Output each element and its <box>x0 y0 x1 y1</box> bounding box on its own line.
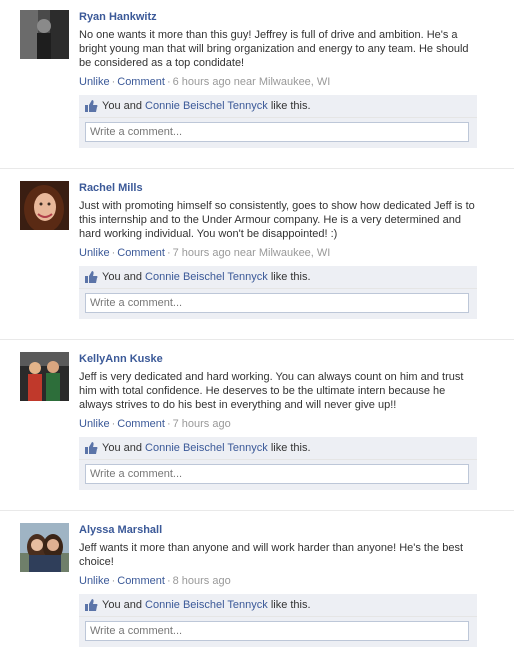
post-meta: Unlike · Comment · 7 hours ago near Milwauke… <box>79 247 331 259</box>
comment-input[interactable] <box>85 621 469 641</box>
thumbs-up-icon <box>85 599 98 611</box>
author-name[interactable]: Ryan Hankwitz <box>79 10 479 24</box>
comment-box <box>79 117 477 148</box>
post-text: Just with promoting himself so consisten… <box>79 200 475 240</box>
post: Alyssa Marshall Jeff wants it more than … <box>0 513 514 650</box>
likes-suffix: like this. <box>270 599 311 611</box>
timestamp: 7 hours ago near Milwaukee, WI <box>172 247 331 259</box>
post-meta: Unlike · Comment · 8 hours ago <box>79 575 231 587</box>
post: Ryan Hankwitz No one wants it more than … <box>0 0 514 169</box>
unlike-link[interactable]: Unlike <box>79 76 110 88</box>
comment-link[interactable]: Comment <box>117 247 165 259</box>
unlike-link[interactable]: Unlike <box>79 247 110 259</box>
comment-link[interactable]: Comment <box>117 418 165 430</box>
post-text: Jeff wants it more than anyone and will … <box>79 542 464 568</box>
timestamp: 6 hours ago near Milwaukee, WI <box>172 76 331 88</box>
avatar[interactable] <box>20 10 69 59</box>
likes-prefix: You and <box>102 442 142 454</box>
likes-suffix: like this. <box>270 271 311 283</box>
post-meta: Unlike · Comment · 6 hours ago near Milwauke… <box>79 76 331 88</box>
author-name[interactable]: KellyAnn Kuske <box>79 352 479 366</box>
likes-bar: You and Connie Beischel Tennyck like thi… <box>79 266 477 288</box>
comment-box <box>79 288 477 319</box>
post: Rachel Mills Just with promoting himself… <box>0 171 514 340</box>
liker-link[interactable]: Connie Beischel Tennyck <box>145 442 268 454</box>
liker-link[interactable]: Connie Beischel Tennyck <box>145 271 268 283</box>
comment-link[interactable]: Comment <box>117 575 165 587</box>
liker-link[interactable]: Connie Beischel Tennyck <box>145 599 268 611</box>
thumbs-up-icon <box>85 271 98 283</box>
likes-prefix: You and <box>102 599 142 611</box>
unlike-link[interactable]: Unlike <box>79 575 110 587</box>
comment-link[interactable]: Comment <box>117 76 165 88</box>
comment-input[interactable] <box>85 122 469 142</box>
avatar[interactable] <box>20 352 69 401</box>
likes-bar: You and Connie Beischel Tennyck like thi… <box>79 437 477 459</box>
post-text: No one wants it more than this guy! Jeff… <box>79 29 469 69</box>
likes-bar: You and Connie Beischel Tennyck like thi… <box>79 95 477 117</box>
comment-box <box>79 616 477 647</box>
comment-box <box>79 459 477 490</box>
author-name[interactable]: Rachel Mills <box>79 181 479 195</box>
timestamp: 7 hours ago <box>172 418 231 430</box>
author-name[interactable]: Alyssa Marshall <box>79 523 479 537</box>
post-meta: Unlike · Comment · 7 hours ago <box>79 418 231 430</box>
post: KellyAnn Kuske Jeff is very dedicated an… <box>0 342 514 511</box>
likes-prefix: You and <box>102 100 142 112</box>
avatar[interactable] <box>20 181 69 230</box>
comment-input[interactable] <box>85 464 469 484</box>
thumbs-up-icon <box>85 442 98 454</box>
liker-link[interactable]: Connie Beischel Tennyck <box>145 100 268 112</box>
likes-suffix: like this. <box>270 442 311 454</box>
timestamp: 8 hours ago <box>172 575 231 587</box>
unlike-link[interactable]: Unlike <box>79 418 110 430</box>
likes-suffix: like this. <box>270 100 311 112</box>
comment-input[interactable] <box>85 293 469 313</box>
thumbs-up-icon <box>85 100 98 112</box>
likes-bar: You and Connie Beischel Tennyck like thi… <box>79 594 477 616</box>
comment-feed: Ryan Hankwitz No one wants it more than … <box>0 0 514 650</box>
avatar[interactable] <box>20 523 69 572</box>
likes-prefix: You and <box>102 271 142 283</box>
post-text: Jeff is very dedicated and hard working.… <box>79 371 464 411</box>
